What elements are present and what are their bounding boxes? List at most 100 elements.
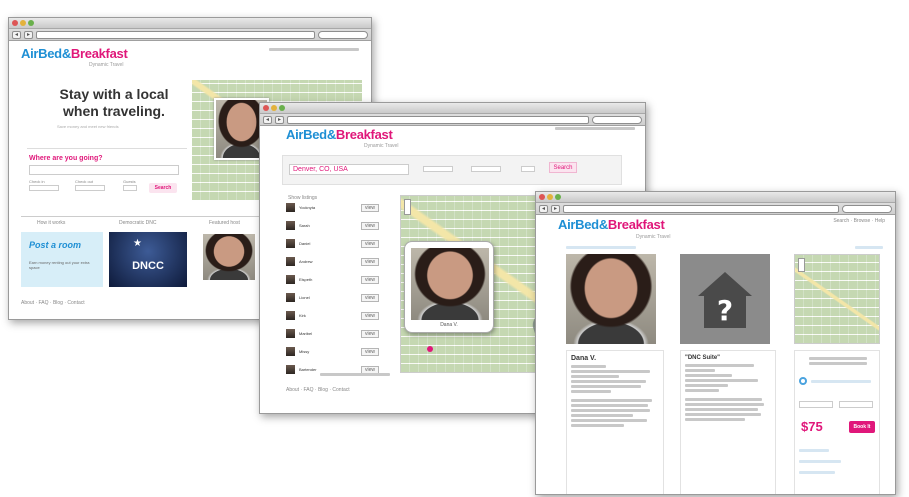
listing-placeholder-photo[interactable]: ? <box>680 254 770 344</box>
listing-name: Daniel <box>299 241 311 246</box>
forward-icon[interactable]: ▸ <box>24 30 33 39</box>
back-icon[interactable]: ◂ <box>539 204 548 213</box>
column-heading-3: Featured host <box>209 220 240 226</box>
listing-thumbnail <box>286 239 295 248</box>
dncc-label: DNCC <box>132 260 164 272</box>
host-photo[interactable] <box>566 254 656 344</box>
checkin-input[interactable] <box>29 185 59 191</box>
column-heading-2: Democratic DNC <box>119 220 157 226</box>
search-footer-links[interactable]: About · FAQ · Blog · Contact <box>286 387 350 393</box>
browser-search-field[interactable] <box>592 115 642 124</box>
browser-toolbar: ◂ ▸ <box>536 203 895 215</box>
home-footer-links[interactable]: About · FAQ · Blog · Contact <box>21 300 85 306</box>
listing-row[interactable]: Kirk view <box>286 311 379 320</box>
next-listing-link[interactable] <box>855 244 883 251</box>
listing-thumbnail <box>286 257 295 266</box>
window-controls[interactable] <box>12 20 34 26</box>
checkin-input[interactable] <box>799 401 833 408</box>
view-listing-button[interactable]: view <box>361 257 379 266</box>
map-pin-icon[interactable] <box>427 346 433 352</box>
forward-icon[interactable]: ▸ <box>275 115 284 124</box>
view-listing-button[interactable]: view <box>361 311 379 320</box>
svg-text:?: ? <box>717 294 733 327</box>
share-text <box>811 378 871 385</box>
map-popup[interactable]: Dana V. <box>404 241 494 333</box>
checkout-input[interactable] <box>471 166 501 172</box>
checkin-input[interactable] <box>423 166 453 172</box>
pagination[interactable] <box>320 371 390 378</box>
forward-icon[interactable]: ▸ <box>551 204 560 213</box>
listing-row[interactable]: Yocknyta view <box>286 203 379 212</box>
listing-thumbnail <box>286 311 295 320</box>
book-button[interactable]: Book It <box>849 421 875 433</box>
hero-subtitle: Save money and meet new friends <box>57 124 119 129</box>
checkout-input[interactable] <box>839 401 873 408</box>
address-bar[interactable] <box>36 30 315 39</box>
address-bar[interactable] <box>287 115 589 124</box>
view-listing-button[interactable]: view <box>361 203 379 212</box>
location-input[interactable]: Denver, CO, USA <box>289 164 409 175</box>
map-zoom-control[interactable] <box>404 199 411 215</box>
listing-list: Yocknyta view Sarah view Daniel view Andrew… <box>282 203 386 383</box>
top-nav-links[interactable] <box>555 125 635 132</box>
post-room-promo[interactable]: Post a room Earn money renting out your … <box>21 232 103 287</box>
checkin-label: Check in <box>29 179 45 184</box>
browser-search-field[interactable] <box>318 30 368 39</box>
listing-thumbnail <box>286 203 295 212</box>
listing-map[interactable] <box>794 254 880 344</box>
address-bar[interactable] <box>563 204 839 213</box>
listing-price: $75 <box>801 419 823 434</box>
listing-row[interactable]: Sarah view <box>286 221 379 230</box>
popup-caption: Dana V. <box>440 322 458 328</box>
top-nav-links[interactable]: Search · Browse · Help <box>833 218 885 224</box>
destination-input[interactable] <box>29 165 179 175</box>
window-controls[interactable] <box>539 194 561 200</box>
breadcrumb[interactable] <box>566 244 636 251</box>
listing-thumbnail <box>286 329 295 338</box>
window-titlebar <box>536 192 895 203</box>
listing-row[interactable]: Andrew view <box>286 257 379 266</box>
window-controls[interactable] <box>263 105 285 111</box>
listing-row[interactable]: Daniel view <box>286 239 379 248</box>
logo-tagline: Dynamic Travel <box>89 62 124 68</box>
dncc-banner[interactable]: ★ DNCC <box>109 232 187 287</box>
share-icon[interactable] <box>799 377 807 385</box>
booking-panel: $75 Book It <box>794 350 880 494</box>
view-listing-button[interactable]: view <box>361 239 379 248</box>
back-icon[interactable]: ◂ <box>12 30 21 39</box>
listing-details-panel: "DNC Suite" <box>680 350 776 494</box>
map-zoom-control[interactable] <box>798 258 805 272</box>
back-icon[interactable]: ◂ <box>263 115 272 124</box>
guests-select[interactable] <box>521 166 535 172</box>
search-prompt: Where are you going? <box>29 155 103 162</box>
listing-row[interactable]: Missy view <box>286 347 379 356</box>
view-listing-button[interactable]: view <box>361 293 379 302</box>
listing-thumbnail <box>286 293 295 302</box>
booking-links[interactable] <box>799 447 859 476</box>
site-logo[interactable]: AirBed&Breakfast <box>286 127 393 142</box>
guests-select[interactable] <box>123 185 137 191</box>
listing-name: Maribel <box>299 331 313 336</box>
hero-title: Stay with a local when traveling. <box>59 86 169 119</box>
featured-host-photo[interactable] <box>203 234 255 280</box>
view-listing-button[interactable]: view <box>361 329 379 338</box>
site-logo[interactable]: AirBed&Breakfast <box>558 217 665 232</box>
listing-row[interactable]: Elspeth view <box>286 275 379 284</box>
listing-name: Missy <box>299 349 310 354</box>
search-box: Where are you going? Check in Check out … <box>27 148 187 203</box>
top-nav-links[interactable] <box>269 46 359 53</box>
search-button[interactable]: Search <box>549 162 577 173</box>
checkout-input[interactable] <box>75 185 105 191</box>
view-listing-button[interactable]: view <box>361 221 379 230</box>
listing-name: Andrew <box>299 259 313 264</box>
listing-name: Lionel <box>299 295 310 300</box>
site-logo[interactable]: AirBed&Breakfast <box>21 46 128 61</box>
view-listing-button[interactable]: view <box>361 347 379 356</box>
listing-row[interactable]: Lionel view <box>286 293 379 302</box>
listing-row[interactable]: Maribel view <box>286 329 379 338</box>
home-search-button[interactable]: Search <box>149 183 177 193</box>
view-listing-button[interactable]: view <box>361 275 379 284</box>
browser-search-field[interactable] <box>842 204 892 213</box>
post-room-title: Post a room <box>29 240 82 250</box>
browser-toolbar: ◂ ▸ <box>9 29 371 41</box>
